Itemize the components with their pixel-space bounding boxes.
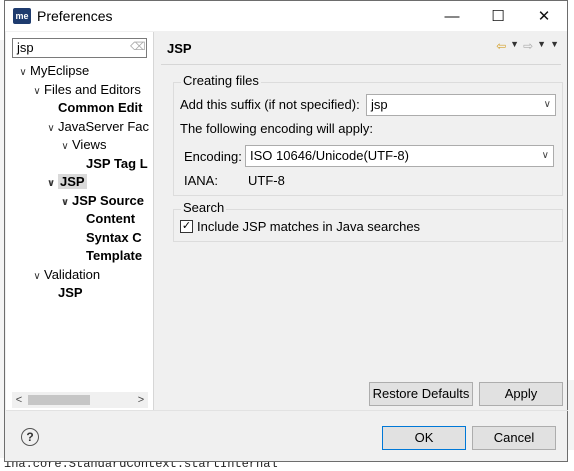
expand-arrow-icon[interactable]: ∨ bbox=[58, 194, 72, 212]
tree-item[interactable]: ∨ JavaServer Fac bbox=[44, 118, 149, 136]
suffix-combo[interactable]: jsp ∨ bbox=[366, 94, 556, 116]
chevron-down-icon: ∨ bbox=[541, 150, 549, 161]
expand-arrow-icon[interactable]: ∨ bbox=[16, 64, 30, 82]
tree-item-label: Files and Editors bbox=[44, 81, 141, 97]
page-title: JSP bbox=[167, 41, 192, 56]
tree-item[interactable]: Template bbox=[72, 247, 142, 265]
tree-item[interactable]: ∨ JSP bbox=[44, 173, 87, 191]
expand-arrow-icon[interactable]: ∨ bbox=[44, 175, 58, 193]
suffix-label: Add this suffix (if not specified): bbox=[180, 97, 360, 112]
creating-files-title: Creating files bbox=[181, 73, 261, 88]
tree-item-label: Common Edit bbox=[58, 100, 143, 115]
apply-button[interactable]: Apply bbox=[479, 382, 563, 406]
preference-tree-pane: jsp ⌫ ∨ MyEclipse ∨ Files and Editors Common… bbox=[6, 32, 154, 410]
help-icon[interactable]: ? bbox=[21, 428, 39, 446]
encoding-note: The following encoding will apply: bbox=[180, 121, 373, 136]
tree-item[interactable]: Syntax C bbox=[72, 229, 142, 247]
tree-item-label: JavaServer Fac bbox=[58, 118, 150, 134]
scrollbar-thumb[interactable] bbox=[28, 395, 90, 405]
tree-item[interactable]: ∨ Validation bbox=[30, 266, 100, 284]
clear-filter-icon[interactable]: ⌫ bbox=[130, 41, 146, 54]
back-arrow-icon[interactable]: ⇦ bbox=[496, 39, 506, 53]
encoding-combo[interactable]: ISO 10646/Unicode(UTF-8) ∨ bbox=[245, 145, 554, 167]
restore-defaults-button[interactable]: Restore Defaults bbox=[369, 382, 473, 406]
search-title: Search bbox=[181, 200, 227, 215]
filter-input[interactable]: jsp ⌫ bbox=[12, 38, 147, 58]
include-jsp-matches-checkbox[interactable]: ✓ bbox=[180, 220, 193, 233]
tree-item-label: JSP Source bbox=[72, 192, 145, 208]
preference-page: JSP ⇦ ▼ ⇨ ▼ ▼ Creating files Add this su… bbox=[155, 32, 567, 410]
maximize-button[interactable]: ☐ bbox=[475, 1, 521, 31]
page-navigation: ⇦ ▼ ⇨ ▼ ▼ bbox=[496, 39, 559, 53]
tree-item-label: Content bbox=[86, 211, 136, 226]
tree-item[interactable]: JSP bbox=[44, 284, 83, 302]
tree-horizontal-scrollbar[interactable]: < > bbox=[12, 392, 148, 408]
filter-value: jsp bbox=[17, 40, 34, 55]
minimize-button[interactable]: — bbox=[429, 1, 475, 31]
tree-item[interactable]: Content bbox=[72, 210, 135, 228]
back-history-dropdown-icon[interactable]: ▼ bbox=[510, 39, 519, 53]
tree-item[interactable]: ∨ JSP Source bbox=[58, 192, 144, 210]
view-menu-icon[interactable]: ▼ bbox=[550, 39, 559, 53]
tree-item-label: Validation bbox=[44, 266, 101, 282]
iana-value: UTF-8 bbox=[248, 173, 285, 188]
expand-arrow-icon[interactable]: ∨ bbox=[58, 138, 72, 156]
tree-item[interactable]: ∨ Files and Editors bbox=[30, 81, 141, 99]
creating-files-group: Creating files Add this suffix (if not s… bbox=[173, 73, 563, 196]
tree-item-label: JSP bbox=[58, 285, 83, 300]
forward-arrow-icon[interactable]: ⇨ bbox=[523, 39, 533, 53]
encoding-value: ISO 10646/Unicode(UTF-8) bbox=[250, 148, 409, 163]
tree-item[interactable]: JSP Tag L bbox=[72, 155, 148, 173]
myeclipse-app-icon: me bbox=[13, 8, 31, 24]
tree-item[interactable]: ∨ MyEclipse bbox=[16, 62, 89, 80]
suffix-value: jsp bbox=[371, 97, 388, 112]
cancel-button[interactable]: Cancel bbox=[472, 426, 556, 450]
tree-item[interactable]: ∨ Views bbox=[58, 136, 106, 154]
expand-arrow-icon[interactable]: ∨ bbox=[44, 120, 58, 138]
tree-item-label: Syntax C bbox=[86, 229, 142, 245]
window-title: Preferences bbox=[37, 8, 113, 24]
footer-separator bbox=[6, 410, 568, 411]
forward-history-dropdown-icon[interactable]: ▼ bbox=[537, 39, 546, 53]
tree-item[interactable]: Common Edit bbox=[44, 99, 143, 117]
tree-item-label: MyEclipse bbox=[30, 63, 90, 78]
chevron-down-icon: ∨ bbox=[543, 99, 551, 110]
iana-label: IANA: bbox=[184, 173, 218, 188]
ok-button[interactable]: OK bbox=[382, 426, 466, 450]
expand-arrow-icon[interactable]: ∨ bbox=[30, 268, 44, 286]
search-group: Search ✓ Include JSP matches in Java sea… bbox=[173, 200, 563, 242]
scroll-left-icon[interactable]: < bbox=[12, 392, 26, 408]
title-bar[interactable]: me Preferences — ☐ ✕ bbox=[5, 1, 567, 31]
scroll-right-icon[interactable]: > bbox=[134, 392, 148, 408]
tree-item-label: Views bbox=[72, 137, 107, 152]
title-separator bbox=[161, 64, 561, 65]
expand-arrow-icon[interactable]: ∨ bbox=[30, 83, 44, 101]
close-button[interactable]: ✕ bbox=[521, 1, 567, 31]
tree-item-label: Template bbox=[86, 248, 143, 263]
encoding-label: Encoding: bbox=[184, 149, 242, 164]
preferences-dialog: me Preferences — ☐ ✕ jsp ⌫ ∨ MyEclipse ∨ Fi… bbox=[4, 0, 568, 462]
tree-item-label: JSP Tag L bbox=[86, 155, 148, 171]
include-jsp-matches-label[interactable]: Include JSP matches in Java searches bbox=[197, 219, 420, 234]
tree-item-label: JSP bbox=[58, 174, 87, 189]
